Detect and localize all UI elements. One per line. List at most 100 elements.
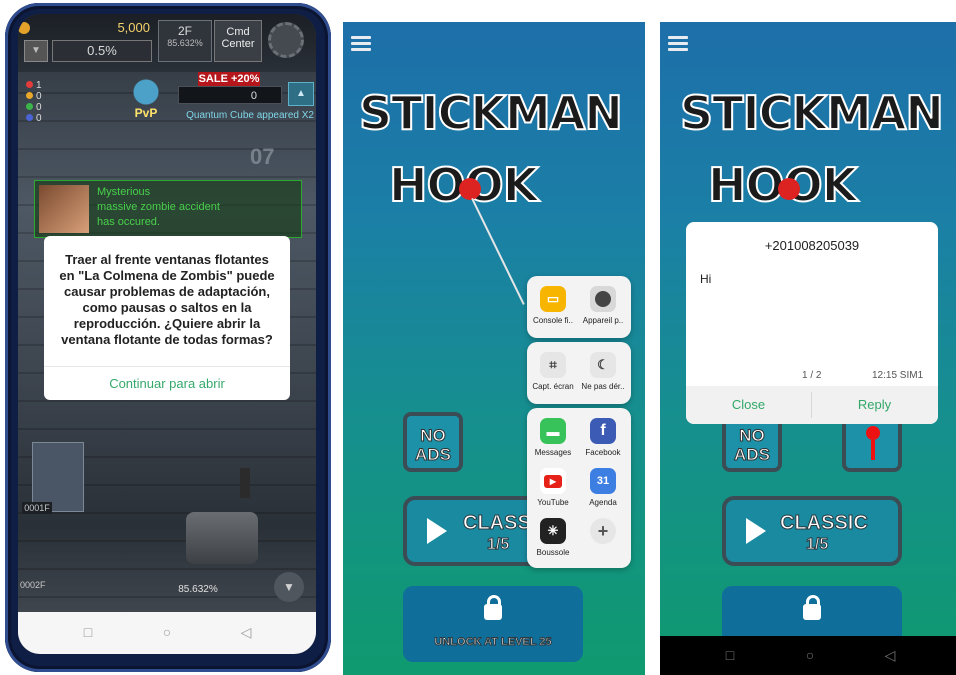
menu-item-youtube[interactable]: ▶ YouTube	[527, 468, 579, 507]
classic-label: CLASSIC	[780, 512, 869, 535]
counter-row: 0	[26, 102, 56, 113]
menu-item-facebook[interactable]: f Facebook	[577, 418, 629, 457]
notification-line: massive zombie accident	[97, 201, 220, 213]
unlock-button[interactable]: UNLOCK AT LEVEL 25	[403, 586, 583, 662]
play-icon	[427, 518, 447, 544]
reply-button[interactable]: Reply	[812, 386, 937, 424]
menu-item-messages[interactable]: ▬ Messages	[527, 418, 579, 457]
sender-number: +201008205039	[764, 238, 860, 253]
gold-amount: 5,000	[117, 20, 150, 35]
recents-icon[interactable]: □	[80, 624, 96, 640]
classic-label: CLASS	[463, 512, 532, 535]
cube-message: Quantum Cube appeared X2	[186, 110, 314, 121]
notification-line: has occured.	[97, 216, 160, 228]
no-ads-line2: ADS	[734, 445, 771, 465]
menu-item-screenshot[interactable]: ⌗ Capt. écran	[527, 352, 579, 391]
back-icon[interactable]: ◁	[238, 624, 254, 640]
no-ads-line1: NO	[739, 426, 766, 446]
message-body: Hi	[700, 272, 712, 286]
cmd-center-button[interactable]: Cmd Center	[214, 20, 262, 62]
android-nav-bar: □ ○ ◁	[660, 636, 956, 675]
floor-percent: 85.632%	[167, 38, 203, 48]
menu-item-label: YouTube	[537, 498, 569, 507]
character-sprite	[240, 468, 250, 498]
gear-icon[interactable]	[268, 22, 304, 58]
continue-button[interactable]: Continuar para abrir	[44, 367, 290, 400]
green-dot-icon	[26, 103, 33, 110]
floor-tag: 0001F	[22, 502, 52, 514]
hook-ball	[778, 178, 800, 200]
counter-value: 0	[36, 113, 42, 124]
no-ads-button[interactable]: NO ADS	[403, 412, 463, 472]
youtube-icon: ▶	[540, 468, 566, 494]
menu-item-label: Facebook	[585, 448, 621, 457]
cannon-sprite	[186, 512, 258, 564]
do-not-disturb-icon: ☾	[590, 352, 616, 378]
classic-progress: 1/5	[486, 536, 510, 554]
menu-item-agenda[interactable]: 31 Agenda	[577, 468, 629, 507]
floating-window-dialog: Traer al frente ventanas flotantes en "L…	[44, 236, 290, 400]
character-avatar	[39, 185, 89, 233]
menu-item-label: Capt. écran	[532, 382, 574, 391]
coin-icon	[18, 22, 30, 34]
hook-ball	[459, 178, 481, 200]
compass-icon: ✳	[540, 518, 566, 544]
cube-counter: 0	[178, 86, 282, 104]
menu-item-add[interactable]: +	[577, 518, 629, 548]
sale-badge[interactable]: SALE +20%	[198, 72, 260, 86]
stickman-hook-screen-sms: STICKMAN HOOK NOADS CLASSIC 1/5 +2010082…	[660, 22, 956, 675]
menu-item-label: Messages	[534, 448, 572, 457]
menu-icon[interactable]	[668, 36, 688, 52]
lock-icon	[484, 595, 502, 620]
progress-percent: 0.5%	[52, 40, 152, 62]
resource-counters: 1 0 0 0	[26, 80, 56, 136]
message-page-indicator: 1 / 2	[802, 370, 822, 381]
pvp-button[interactable]: PvP	[122, 78, 170, 120]
lock-icon	[803, 595, 821, 620]
floor-tag: 0002F	[20, 580, 46, 590]
counter-row: 0	[26, 113, 56, 124]
floor-button[interactable]: 2F 85.632%	[158, 20, 212, 62]
stickman-hook-screen-menu: STICKMAN HOOK NOADS CLASS 1/5 UNLOCK AT …	[343, 22, 645, 675]
no-ads-line1: NO	[420, 426, 447, 446]
menu-item-console[interactable]: ▭ Console fi..	[527, 286, 579, 325]
menu-icon[interactable]	[351, 36, 371, 52]
menu-item-label: Appareil p..	[582, 316, 624, 325]
menu-item-label: Agenda	[589, 498, 617, 507]
play-icon	[746, 518, 766, 544]
dialog-message: Traer al frente ventanas flotantes en "L…	[59, 252, 275, 347]
blue-dot-icon	[26, 114, 33, 121]
counter-value: 0	[36, 102, 42, 113]
calendar-day: 31	[596, 475, 610, 487]
game-title: STICKMAN	[358, 85, 624, 141]
sms-popup: +201008205039 Hi 1 / 2 12:15 SIM1 Close …	[686, 222, 938, 424]
recents-icon[interactable]: □	[722, 647, 738, 663]
menu-item-compass[interactable]: ✳ Boussole	[527, 518, 579, 557]
home-icon[interactable]: ○	[802, 647, 818, 663]
sms-action-bar: Close Reply	[686, 386, 938, 424]
floor-label: 2F	[177, 24, 192, 38]
wall-number: 07	[250, 144, 275, 169]
classic-button[interactable]: CLASSIC 1/5	[722, 496, 902, 566]
menu-group-3: ▬ Messages f Facebook ▶ YouTube 31 Agend…	[527, 408, 631, 568]
calendar-icon: 31	[590, 468, 616, 494]
counter-value: 0	[36, 91, 42, 102]
no-ads-line2: ADS	[415, 445, 452, 465]
menu-group-1: ▭ Console fi.. Appareil p..	[527, 276, 631, 338]
notification-text: Mysterious massive zombie accident has o…	[97, 185, 297, 230]
event-notification[interactable]: Mysterious massive zombie accident has o…	[34, 180, 302, 238]
up-arrow-button[interactable]: ▲	[288, 82, 314, 106]
scroll-down-button[interactable]: ▼	[274, 572, 304, 602]
classic-progress: 1/5	[805, 536, 829, 554]
back-icon[interactable]: ◁	[882, 647, 898, 663]
menu-item-do-not-disturb[interactable]: ☾ Ne pas dér..	[577, 352, 629, 391]
counter-value: 1	[36, 80, 42, 91]
unlock-label: UNLOCK AT LEVEL 25	[434, 636, 552, 649]
close-button[interactable]: Close	[686, 386, 811, 424]
home-icon[interactable]: ○	[159, 624, 175, 640]
zombie-game-screen: 5,000 ▼ 0.5% 2F 85.632% Cmd Center 1 0 0…	[18, 14, 316, 654]
red-dot-icon	[26, 81, 33, 88]
dropdown-button[interactable]: ▼	[24, 40, 48, 62]
crop-icon: ⌗	[540, 352, 566, 378]
menu-item-camera[interactable]: Appareil p..	[577, 286, 629, 325]
